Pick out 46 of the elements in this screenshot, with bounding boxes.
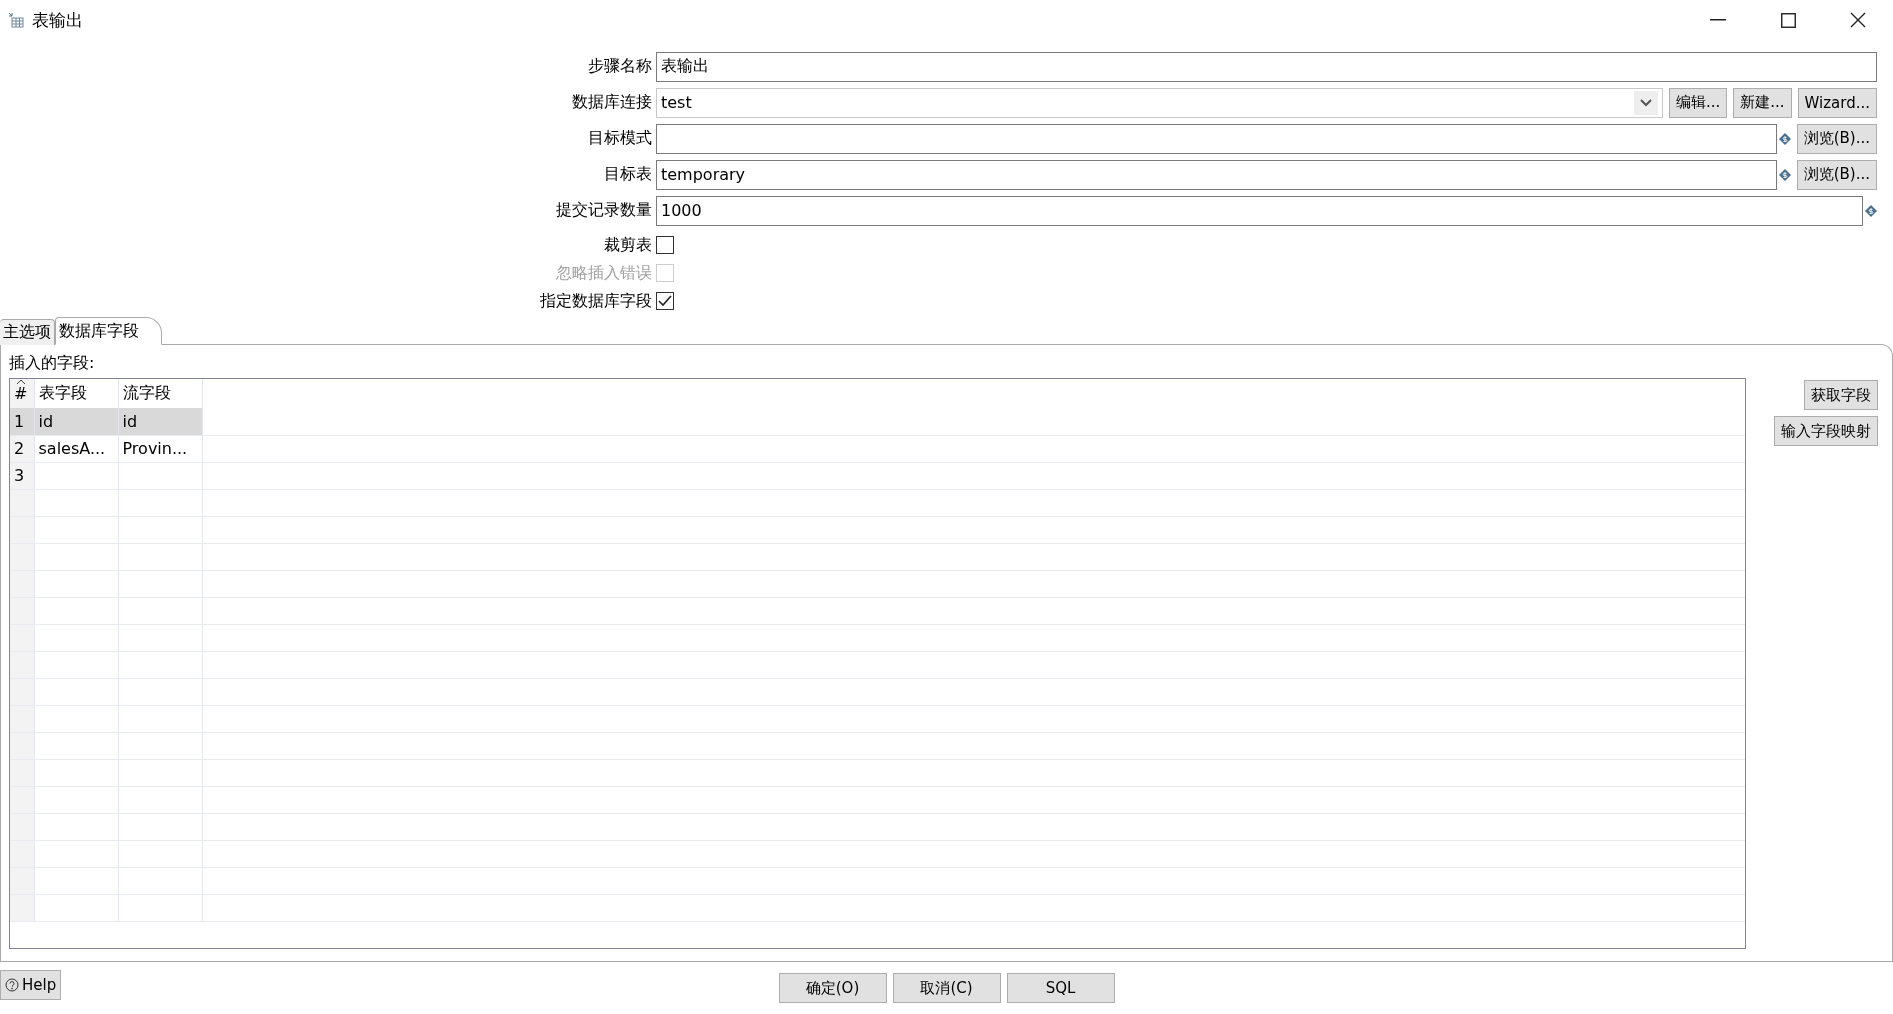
connection-button[interactable]: 新建... [1733, 87, 1792, 118]
field-label: 数据库连接 [571, 92, 653, 113]
tab[interactable]: 数据库字段 [55, 317, 162, 345]
help-button[interactable]: Help [0, 970, 62, 1000]
input-field[interactable]: temporary [656, 159, 1777, 190]
close-icon[interactable] [1850, 12, 1866, 28]
browse-button[interactable]: 浏览(B)... [1796, 123, 1877, 154]
table-label: 插入的字段: [9, 353, 95, 374]
connection-button[interactable]: 编辑... [1668, 87, 1728, 118]
table-cell[interactable]: salesA... [34, 435, 118, 462]
tab[interactable]: 主选项 [0, 319, 55, 345]
checkbox[interactable] [656, 292, 674, 310]
table-icon [8, 12, 24, 28]
row-number: 1 [14, 411, 25, 431]
input-field[interactable]: 表输出 [656, 51, 1877, 82]
column-header[interactable]: 表字段 [38, 383, 87, 402]
input-field[interactable] [656, 123, 1777, 154]
checkbox-label: 裁剪表 [603, 234, 653, 256]
window-title: 表输出 [32, 8, 83, 32]
dialog-button[interactable]: 取消(C) [892, 973, 1001, 1003]
sort-caret-icon [16, 379, 26, 384]
field-label: 提交记录数量 [555, 200, 653, 221]
table-cell[interactable]: Provin... [118, 435, 202, 462]
connection-button[interactable]: Wizard... [1797, 87, 1877, 118]
table-cell[interactable]: id [118, 408, 202, 435]
checkbox[interactable] [656, 236, 674, 254]
minimize-icon[interactable] [1710, 19, 1726, 21]
field-label: 目标表 [603, 164, 653, 185]
table-cell[interactable]: id [34, 408, 118, 435]
dropdown[interactable]: test [656, 87, 1663, 118]
browse-button[interactable]: 浏览(B)... [1796, 159, 1877, 190]
field-button[interactable]: 输入字段映射 [1774, 416, 1878, 446]
row-number: 2 [14, 439, 25, 458]
dialog-button[interactable]: 确定(O) [778, 973, 887, 1003]
checkbox-label: 指定数据库字段 [539, 290, 653, 312]
input-field[interactable]: 1000 [656, 195, 1863, 226]
chevron-down-icon [1639, 98, 1652, 107]
field-button[interactable]: 获取字段 [1804, 380, 1878, 410]
maximize-icon[interactable] [1780, 12, 1796, 28]
field-label: 步骤名称 [587, 56, 653, 77]
row-number: 3 [14, 466, 25, 485]
checkbox-label: 忽略插入错误 [555, 262, 653, 284]
column-header[interactable]: 流字段 [122, 383, 171, 402]
dialog-button[interactable]: SQL [1006, 973, 1115, 1003]
help-icon [5, 978, 19, 992]
field-label: 目标模式 [587, 128, 653, 149]
